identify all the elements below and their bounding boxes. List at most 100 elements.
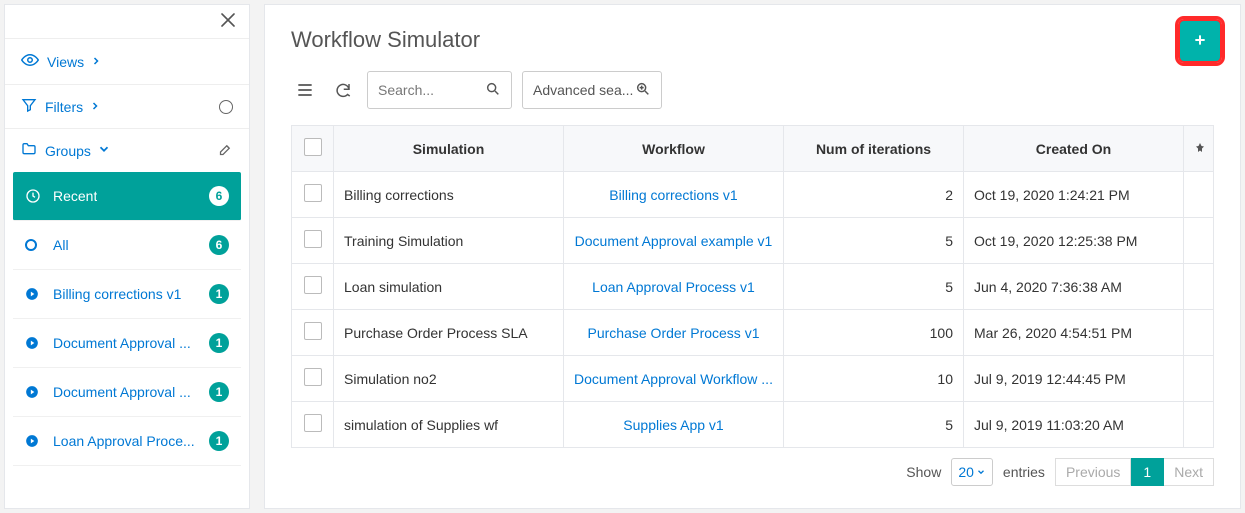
col-created-on[interactable]: Created On: [964, 126, 1184, 172]
workflow-link[interactable]: Loan Approval Process v1: [592, 279, 755, 295]
workflow-link[interactable]: Supplies App v1: [623, 417, 723, 433]
row-checkbox[interactable]: [304, 184, 322, 202]
table-row[interactable]: Training Simulation Document Approval exa…: [292, 218, 1214, 264]
eye-icon: [21, 51, 39, 72]
count-badge: 1: [209, 284, 229, 304]
filters-label: Filters: [45, 99, 83, 115]
views-label: Views: [47, 54, 84, 70]
chevron-right-icon: [89, 99, 101, 115]
sidebar-item-label: Loan Approval Proce...: [53, 433, 195, 449]
play-circle-icon: [25, 385, 43, 399]
table-row[interactable]: Simulation no2Document Approval Workflow…: [292, 356, 1214, 402]
status-indicator-icon: [219, 100, 233, 114]
row-checkbox[interactable]: [304, 322, 322, 340]
search-input[interactable]: [378, 82, 485, 98]
row-checkbox[interactable]: [304, 414, 322, 432]
workflow-link[interactable]: Billing corrections v1: [609, 187, 737, 203]
workflow-link[interactable]: Purchase Order Process v1: [588, 325, 760, 341]
play-circle-icon: [25, 434, 43, 448]
chevron-down-icon: [97, 142, 111, 159]
cell-simulation: Purchase Order Process SLA: [334, 310, 564, 356]
page-size-select[interactable]: 20: [951, 458, 993, 486]
table-row[interactable]: simulation of Supplies wf Supplies App v1…: [292, 402, 1214, 448]
col-iterations[interactable]: Num of iterations: [784, 126, 964, 172]
table-row[interactable]: Loan simulationLoan Approval Process v15…: [292, 264, 1214, 310]
main-panel: Workflow Simulator Advanced sea...: [264, 4, 1241, 509]
cell-iterations: 5: [784, 402, 964, 448]
sidebar-item-label: All: [53, 237, 69, 253]
row-checkbox[interactable]: [304, 230, 322, 248]
play-circle-icon: [25, 336, 43, 350]
cell-simulation: Loan simulation: [334, 264, 564, 310]
circle-icon: [25, 239, 43, 251]
table-row[interactable]: Purchase Order Process SLA Purchase Order…: [292, 310, 1214, 356]
cell-iterations: 2: [784, 172, 964, 218]
row-checkbox[interactable]: [304, 276, 322, 294]
close-icon[interactable]: [221, 14, 235, 30]
sidebar-item-workflow[interactable]: Document Approval ... 1: [13, 319, 241, 368]
menu-icon[interactable]: [291, 76, 319, 104]
cell-simulation: simulation of Supplies wf: [334, 402, 564, 448]
sidebar-item-label: Recent: [53, 188, 97, 204]
row-checkbox-cell: [292, 356, 334, 402]
sidebar-item-workflow[interactable]: Billing corrections v1 1: [13, 270, 241, 319]
sidebar-item-label: Billing corrections v1: [53, 286, 181, 302]
sidebar-section-filters[interactable]: Filters: [5, 84, 249, 128]
count-badge: 6: [209, 186, 229, 206]
cell-pin: [1184, 172, 1214, 218]
count-badge: 1: [209, 431, 229, 451]
cell-pin: [1184, 218, 1214, 264]
prev-page-button[interactable]: Previous: [1055, 458, 1131, 486]
cell-pin: [1184, 402, 1214, 448]
pager: Show 20 entries Previous 1 Next: [291, 458, 1214, 486]
select-all-checkbox[interactable]: [304, 138, 322, 156]
plus-icon: [1192, 32, 1208, 51]
sidebar-section-groups[interactable]: Groups: [5, 128, 249, 172]
table-row[interactable]: Billing corrections Billing corrections v…: [292, 172, 1214, 218]
add-button[interactable]: [1180, 21, 1220, 61]
col-simulation[interactable]: Simulation: [334, 126, 564, 172]
sidebar-item-all[interactable]: All 6: [13, 221, 241, 270]
folder-icon: [21, 141, 37, 160]
count-badge: 1: [209, 333, 229, 353]
sidebar-close-row: [5, 5, 249, 38]
workflow-link[interactable]: Document Approval example v1: [575, 233, 773, 249]
search-icon[interactable]: [485, 81, 501, 100]
show-label: Show: [906, 464, 941, 480]
cell-pin: [1184, 356, 1214, 402]
groups-label: Groups: [45, 143, 91, 159]
cell-iterations: 5: [784, 218, 964, 264]
play-circle-icon: [25, 287, 43, 301]
advanced-search-button[interactable]: Advanced sea...: [522, 71, 662, 109]
sidebar-item-label: Document Approval ...: [53, 335, 191, 351]
sidebar-section-views[interactable]: Views: [5, 38, 249, 84]
sidebar-item-recent[interactable]: Recent 6: [13, 172, 241, 221]
filter-icon: [21, 97, 37, 116]
cell-simulation: Training Simulation: [334, 218, 564, 264]
chevron-right-icon: [90, 54, 102, 70]
row-checkbox[interactable]: [304, 368, 322, 386]
pin-icon: [1194, 141, 1206, 157]
sidebar: Views Filters Groups: [4, 4, 250, 509]
refresh-icon[interactable]: [329, 76, 357, 104]
cell-iterations: 100: [784, 310, 964, 356]
row-checkbox-cell: [292, 218, 334, 264]
page-size-value: 20: [958, 464, 974, 480]
cell-pin: [1184, 264, 1214, 310]
row-checkbox-cell: [292, 172, 334, 218]
select-all-header: [292, 126, 334, 172]
count-badge: 1: [209, 382, 229, 402]
edit-icon[interactable]: [218, 142, 233, 160]
workflow-link[interactable]: Document Approval Workflow ...: [574, 371, 773, 387]
next-page-button[interactable]: Next: [1164, 458, 1214, 486]
row-checkbox-cell: [292, 402, 334, 448]
sidebar-item-workflow[interactable]: Loan Approval Proce... 1: [13, 417, 241, 466]
page-number-button[interactable]: 1: [1131, 458, 1164, 486]
col-pin[interactable]: [1184, 126, 1214, 172]
cell-simulation: Billing corrections: [334, 172, 564, 218]
cell-workflow: Supplies App v1: [564, 402, 784, 448]
toolbar: Advanced sea...: [291, 71, 1214, 109]
sidebar-item-workflow[interactable]: Document Approval ... 1: [13, 368, 241, 417]
col-workflow[interactable]: Workflow: [564, 126, 784, 172]
advanced-search-label: Advanced sea...: [533, 82, 635, 98]
